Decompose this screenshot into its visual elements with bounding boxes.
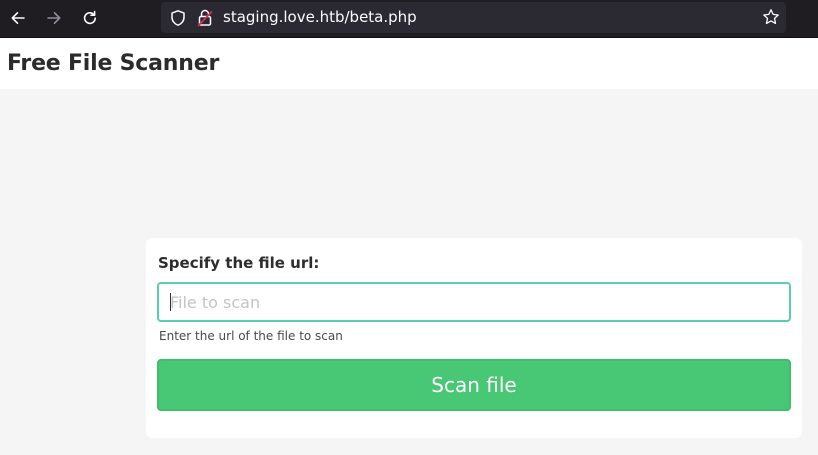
shield-icon[interactable] (169, 9, 187, 31)
scan-file-button[interactable]: Scan file (157, 359, 791, 411)
page-title: Free File Scanner (7, 51, 220, 76)
reload-button[interactable] (76, 4, 104, 32)
back-button[interactable] (4, 4, 32, 32)
back-arrow-icon (9, 9, 27, 27)
page-header: Free File Scanner (0, 38, 818, 89)
text-cursor (170, 293, 171, 311)
file-url-label: Specify the file url: (158, 254, 320, 272)
reload-icon (81, 9, 99, 27)
url-text[interactable]: staging.love.htb/beta.php (223, 8, 417, 27)
file-url-input[interactable] (157, 282, 791, 322)
insecure-lock-icon[interactable] (196, 8, 214, 32)
star-icon[interactable] (762, 8, 780, 30)
file-url-help-text: Enter the url of the file to scan (159, 329, 343, 343)
browser-toolbar: staging.love.htb/beta.php (0, 0, 818, 38)
address-bar[interactable]: staging.love.htb/beta.php (161, 2, 786, 33)
forward-button[interactable] (40, 4, 68, 32)
forward-arrow-icon (45, 9, 63, 27)
scan-form-card: Specify the file url: Enter the url of t… (146, 238, 802, 438)
